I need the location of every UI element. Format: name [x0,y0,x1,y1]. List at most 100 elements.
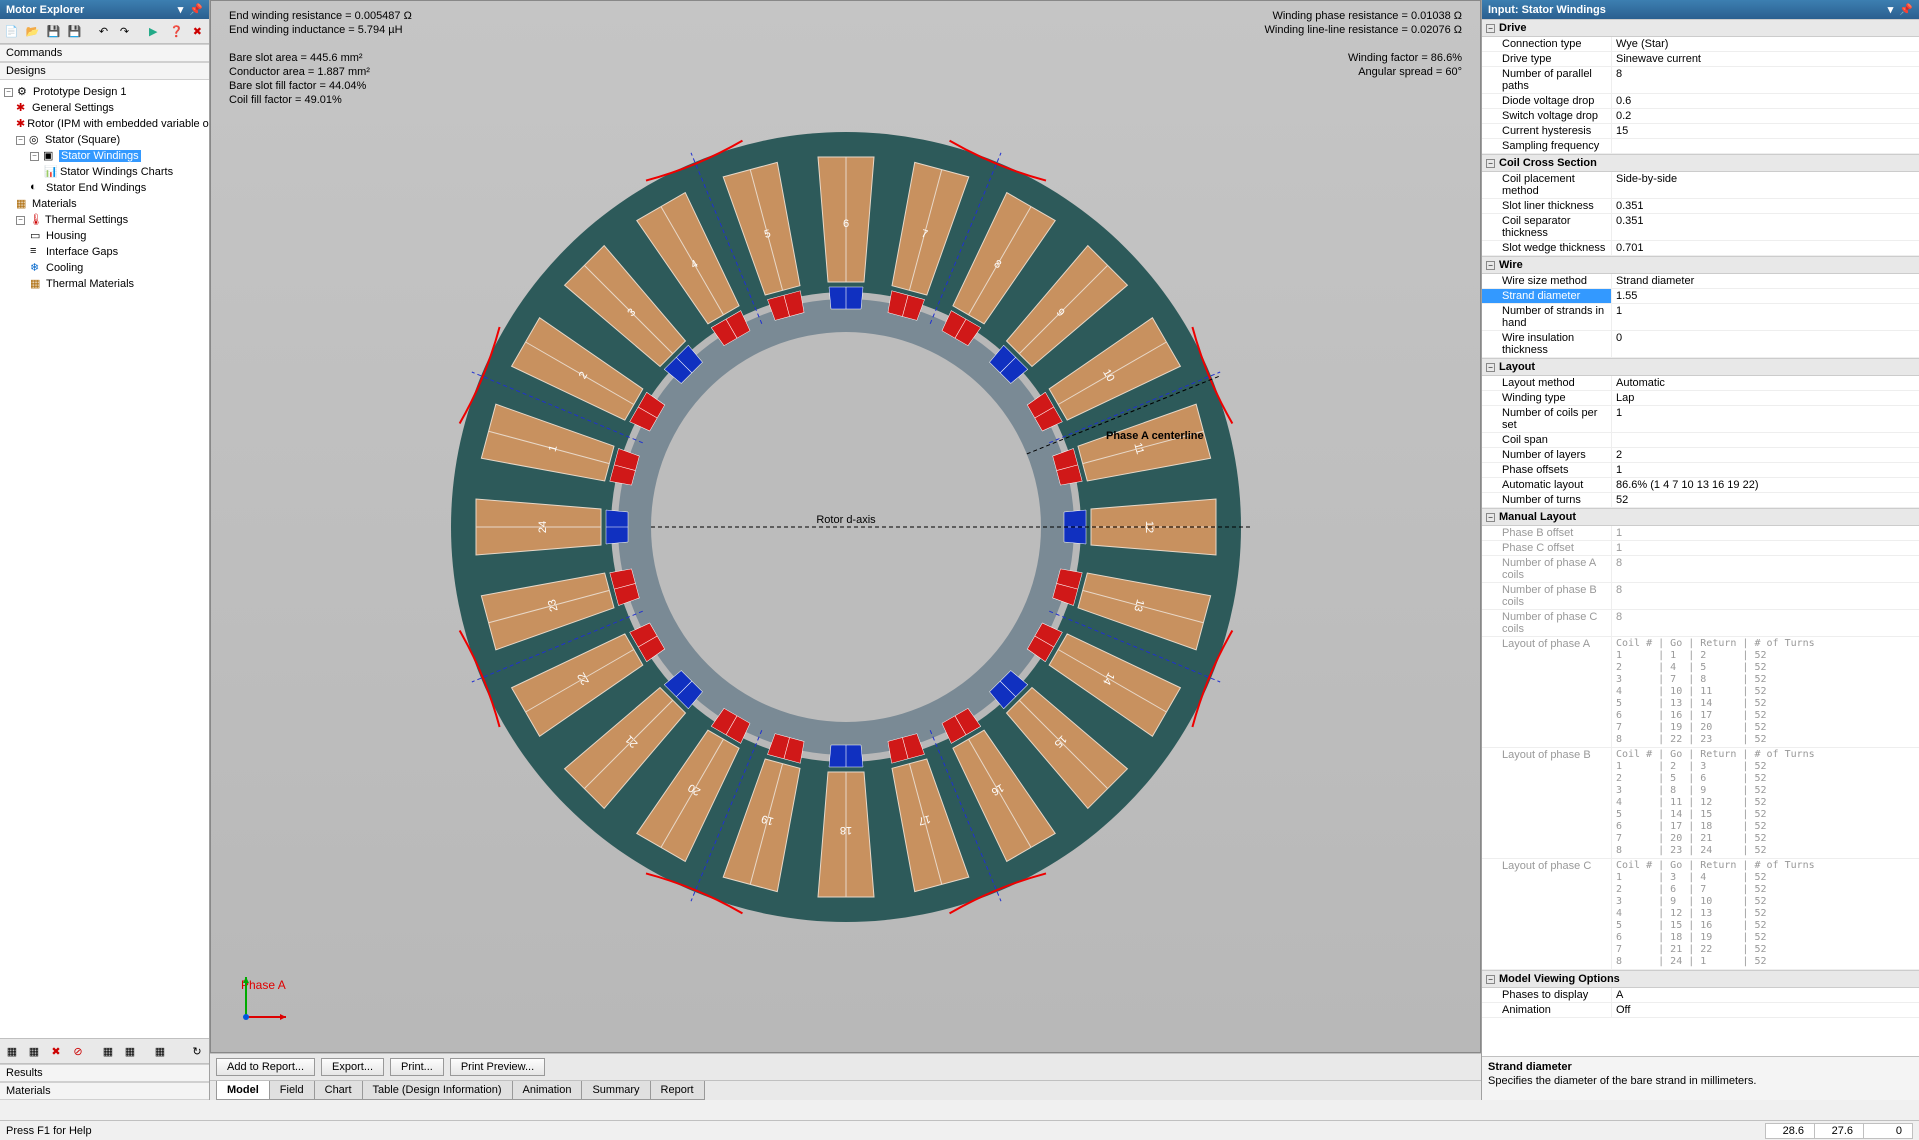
save-all-icon[interactable]: 💾 [65,21,84,41]
section-layout[interactable]: −Layout [1482,358,1919,376]
prop-value[interactable]: 15 [1612,124,1919,138]
tool1-icon[interactable]: ▦ [2,1041,22,1061]
prop-value[interactable]: 0.351 [1612,199,1919,213]
prop-value[interactable]: 8 [1612,67,1919,93]
play-icon[interactable]: ▶ [144,21,163,41]
prop-value[interactable]: 8 [1612,610,1919,636]
prop-value[interactable]: 0.351 [1612,214,1919,240]
prop-row[interactable]: Layout methodAutomatic [1482,376,1919,391]
prop-row[interactable]: Coil placement methodSide-by-side [1482,172,1919,199]
cancel-icon[interactable]: ⊘ [68,1041,88,1061]
prop-row[interactable]: Number of coils per set1 [1482,406,1919,433]
prop-value[interactable]: 0.701 [1612,241,1919,255]
prop-row[interactable]: Number of turns52 [1482,493,1919,508]
prop-value[interactable]: 0 [1612,331,1919,357]
tab-model[interactable]: Model [216,1081,270,1100]
tab-animation[interactable]: Animation [512,1081,583,1100]
prop-row[interactable]: Slot wedge thickness0.701 [1482,241,1919,256]
prop-row[interactable]: Winding typeLap [1482,391,1919,406]
section-wire[interactable]: −Wire [1482,256,1919,274]
tree-rotor[interactable]: ✱Rotor (IPM with embedded variable orien… [2,116,207,132]
prop-row[interactable]: Switch voltage drop0.2 [1482,109,1919,124]
tool7-icon[interactable]: ▦ [150,1041,170,1061]
new-icon[interactable]: 📄 [2,21,21,41]
prop-row[interactable]: Phase B offset1 [1482,526,1919,541]
prop-value[interactable]: Sinewave current [1612,52,1919,66]
prop-row[interactable]: Number of parallel paths8 [1482,67,1919,94]
save-icon[interactable]: 💾 [44,21,63,41]
refresh-icon[interactable]: ↻ [187,1041,207,1061]
prop-row[interactable]: Layout of phase ACoil # | Go | Return | … [1482,637,1919,748]
tab-summary[interactable]: Summary [581,1081,650,1100]
prop-value[interactable]: 1 [1612,304,1919,330]
designs-section[interactable]: Designs [0,62,209,80]
prop-value[interactable]: 1 [1612,406,1919,432]
open-icon[interactable]: 📂 [23,21,42,41]
prop-row[interactable]: Phase C offset1 [1482,541,1919,556]
prop-row[interactable]: Phase offsets1 [1482,463,1919,478]
prop-row[interactable]: Connection typeWye (Star) [1482,37,1919,52]
prop-row[interactable]: Slot liner thickness0.351 [1482,199,1919,214]
prop-value[interactable]: 0.2 [1612,109,1919,123]
prop-row[interactable]: AnimationOff [1482,1003,1919,1018]
prop-row[interactable]: Sampling frequency [1482,139,1919,154]
section-coil-cross-section[interactable]: −Coil Cross Section [1482,154,1919,172]
model-canvas[interactable]: End winding resistance = 0.005487 ΩEnd w… [210,0,1481,1053]
tree-stator[interactable]: −◎Stator (Square) [2,132,207,148]
section-manual-layout[interactable]: −Manual Layout [1482,508,1919,526]
prop-value[interactable]: Off [1612,1003,1919,1017]
tool6-icon[interactable]: ▦ [120,1041,140,1061]
prop-row[interactable]: Number of layers2 [1482,448,1919,463]
materials-section[interactable]: Materials [0,1082,209,1100]
tree-root[interactable]: −⚙Prototype Design 1 [2,84,207,100]
prop-row[interactable]: Diode voltage drop0.6 [1482,94,1919,109]
prop-row[interactable]: Strand diameter1.55 [1482,289,1919,304]
delete-icon[interactable]: ✖ [46,1041,66,1061]
prop-row[interactable]: Wire insulation thickness0 [1482,331,1919,358]
prop-row[interactable]: Wire size methodStrand diameter [1482,274,1919,289]
prop-row[interactable]: Current hysteresis15 [1482,124,1919,139]
prop-row[interactable]: Drive typeSinewave current [1482,52,1919,67]
prop-row[interactable]: Phases to displayA [1482,988,1919,1003]
prop-value[interactable] [1612,139,1919,153]
tool5-icon[interactable]: ▦ [98,1041,118,1061]
prop-row[interactable]: Automatic layout86.6% (1 4 7 10 13 16 19… [1482,478,1919,493]
dropdown-icon[interactable]: ▾ [1888,4,1894,16]
section-model-viewing-options[interactable]: −Model Viewing Options [1482,970,1919,988]
tree-thermal[interactable]: −🌡Thermal Settings [2,212,207,228]
pin-icon[interactable]: 📌 [1899,4,1913,16]
prop-value[interactable]: Lap [1612,391,1919,405]
tree-materials[interactable]: ▦Materials [2,196,207,212]
prop-row[interactable]: Coil span [1482,433,1919,448]
tree-stator-windings-parent[interactable]: −▣Stator Windings [2,148,207,164]
prop-value[interactable]: Strand diameter [1612,274,1919,288]
prop-row[interactable]: Number of phase C coils8 [1482,610,1919,637]
section-drive[interactable]: −Drive [1482,19,1919,37]
add-report-button[interactable]: Add to Report... [216,1058,315,1076]
tree-interface[interactable]: ≡Interface Gaps [2,244,207,260]
undo-icon[interactable]: ↶ [94,21,113,41]
dropdown-icon[interactable]: ▾ [178,4,184,16]
prop-value[interactable]: 2 [1612,448,1919,462]
prop-value[interactable]: 1.55 [1612,289,1919,303]
tab-chart[interactable]: Chart [314,1081,363,1100]
prop-value[interactable]: 1 [1612,463,1919,477]
prop-value[interactable]: 52 [1612,493,1919,507]
prop-row[interactable]: Layout of phase BCoil # | Go | Return | … [1482,748,1919,859]
tree-cooling[interactable]: ❄Cooling [2,260,207,276]
prop-row[interactable]: Number of phase B coils8 [1482,583,1919,610]
tree-thermal-mat[interactable]: ▦Thermal Materials [2,276,207,292]
prop-row[interactable]: Layout of phase CCoil # | Go | Return | … [1482,859,1919,970]
print-preview-button[interactable]: Print Preview... [450,1058,545,1076]
help-icon[interactable]: ❓ [167,21,186,41]
close-icon[interactable]: ✖ [188,21,207,41]
prop-value[interactable]: A [1612,988,1919,1002]
prop-value[interactable]: 8 [1612,583,1919,609]
tree-stator-charts[interactable]: 📊Stator Windings Charts [2,164,207,180]
prop-value[interactable]: 1 [1612,526,1919,540]
tab-report[interactable]: Report [650,1081,705,1100]
prop-value[interactable]: 1 [1612,541,1919,555]
prop-value[interactable]: Wye (Star) [1612,37,1919,51]
prop-row[interactable]: Number of strands in hand1 [1482,304,1919,331]
prop-row[interactable]: Number of phase A coils8 [1482,556,1919,583]
